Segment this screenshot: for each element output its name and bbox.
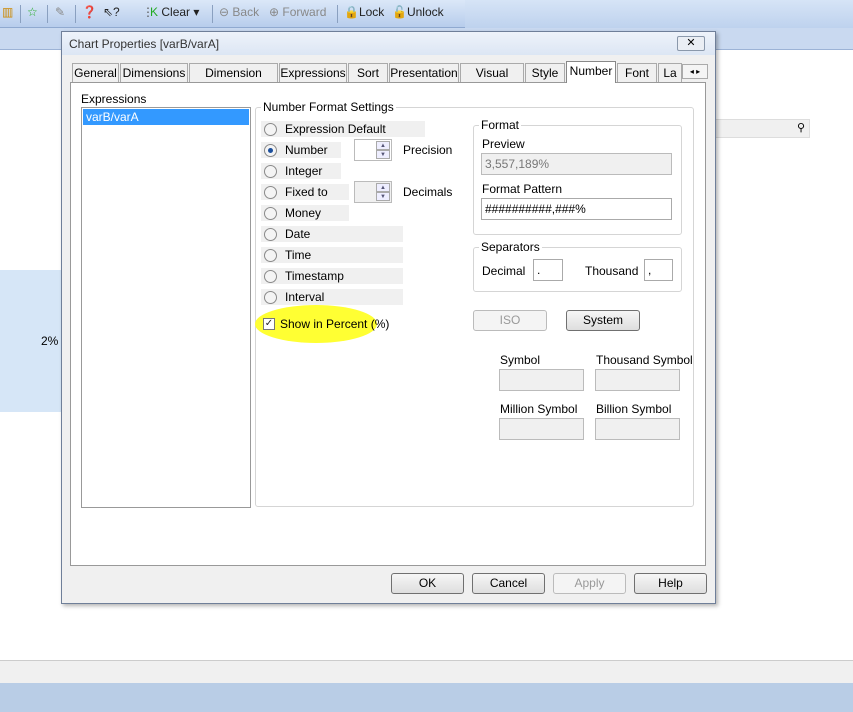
number-tab-panel: Expressions varB/varA Number Format Sett… (70, 82, 706, 566)
bookmark-star-icon[interactable]: ☆ (27, 5, 38, 19)
precision-spinner[interactable]: ▲ ▼ (354, 139, 392, 161)
radio-expression-default[interactable]: Expression Default (261, 121, 425, 137)
tab-layout[interactable]: La (658, 63, 682, 82)
radio-money[interactable]: Money (261, 205, 349, 221)
format-pattern-input[interactable]: ##########,###% (481, 198, 672, 220)
tab-number[interactable]: Number (566, 61, 616, 83)
chart-properties-dialog: Chart Properties [varB/varA] ✕ General D… (61, 31, 716, 604)
clear-button[interactable]: K Clear ▾ (150, 5, 199, 19)
decimal-label: Decimal (482, 264, 526, 278)
tab-scroll-arrows[interactable]: ◂ ▸ (682, 64, 708, 79)
thousand-label: Thousand (585, 264, 639, 278)
back-button[interactable]: ⊖ Back (219, 5, 259, 19)
tab-visual-cues[interactable]: Visual Cues (460, 63, 524, 98)
edit-icon[interactable]: ✎ (55, 5, 65, 19)
close-button[interactable]: ✕ (677, 36, 705, 51)
separators-label: Separators (479, 240, 542, 254)
toolbar-extension (465, 0, 853, 28)
radio-timestamp[interactable]: Timestamp (261, 268, 403, 284)
status-strip (0, 660, 853, 683)
expressions-label: Expressions (81, 92, 147, 106)
symbol-input (499, 369, 584, 391)
tab-sort[interactable]: Sort (348, 63, 388, 82)
radio-number[interactable]: Number (261, 142, 341, 158)
radio-interval[interactable]: Interval (261, 289, 403, 305)
show-in-percent-checkbox[interactable]: ✓ Show in Percent (%) (263, 316, 389, 332)
preview-field: 3,557,189% (481, 153, 672, 175)
help-button[interactable]: Help (634, 573, 707, 594)
radio-integer[interactable]: Integer (261, 163, 341, 179)
tab-general[interactable]: General (72, 63, 119, 82)
tab-expressions[interactable]: Expressions (279, 63, 347, 82)
million-symbol-input (499, 418, 584, 440)
taskbar (0, 683, 853, 712)
chart-value-label: 2% (41, 334, 59, 348)
billion-symbol-label: Billion Symbol (596, 402, 672, 416)
decimals-label: Decimals (403, 185, 453, 199)
apply-button[interactable]: Apply (553, 573, 626, 594)
checkmark-icon: ✓ (263, 318, 275, 330)
cancel-button[interactable]: Cancel (472, 573, 545, 594)
thousand-separator-input[interactable]: , (644, 259, 673, 281)
decimals-spinner[interactable]: ▲ ▼ (354, 181, 392, 203)
precision-label: Precision (403, 143, 453, 157)
clear-icon: K (150, 5, 159, 19)
context-help-icon[interactable]: ⇖? (103, 5, 120, 19)
tab-style[interactable]: Style (525, 63, 565, 82)
format-label: Format (479, 118, 522, 132)
expression-item[interactable]: varB/varA (83, 109, 249, 125)
radio-fixed-to[interactable]: Fixed to (261, 184, 349, 200)
search-icon: ⚲ (796, 122, 805, 134)
search-box[interactable]: ⚲ (700, 119, 810, 138)
format-pattern-label: Format Pattern (482, 182, 563, 196)
ok-button[interactable]: OK (391, 573, 464, 594)
preview-label: Preview (482, 137, 525, 151)
tab-font[interactable]: Font (617, 63, 657, 82)
radio-date[interactable]: Date (261, 226, 403, 242)
tab-dimension-limits[interactable]: Dimension Limits (189, 63, 278, 98)
help-icon[interactable]: ❓ (82, 5, 97, 19)
dialog-title: Chart Properties [varB/varA] (69, 37, 220, 51)
tab-dimensions[interactable]: Dimensions (120, 63, 188, 82)
thousand-symbol-input (595, 369, 680, 391)
million-symbol-label: Million Symbol (500, 402, 578, 416)
expressions-list[interactable]: varB/varA (81, 107, 251, 508)
tab-presentation[interactable]: Presentation (389, 63, 459, 82)
system-button[interactable]: System (566, 310, 640, 331)
chart-icon[interactable]: ▥ (2, 5, 13, 19)
forward-button[interactable]: ⊕ Forward (269, 5, 326, 19)
unlock-icon: 🔓 (392, 5, 407, 19)
thousand-symbol-label: Thousand Symbol (596, 353, 693, 367)
lock-button[interactable]: 🔒Lock (344, 5, 384, 19)
billion-symbol-input (595, 418, 680, 440)
symbol-label: Symbol (500, 353, 541, 367)
radio-time[interactable]: Time (261, 247, 403, 263)
number-format-label: Number Format Settings (261, 100, 396, 114)
main-toolbar: ▥ ☆ ✎ ❓ ⇖? ⋮ K Clear ▾ ⊖ Back ⊕ Forward … (0, 0, 465, 28)
lock-icon: 🔒 (344, 5, 359, 19)
dialog-title-bar: Chart Properties [varB/varA] (62, 32, 715, 55)
unlock-button[interactable]: 🔓Unlock (392, 5, 444, 19)
iso-button[interactable]: ISO (473, 310, 547, 331)
decimal-separator-input[interactable]: . (533, 259, 563, 281)
